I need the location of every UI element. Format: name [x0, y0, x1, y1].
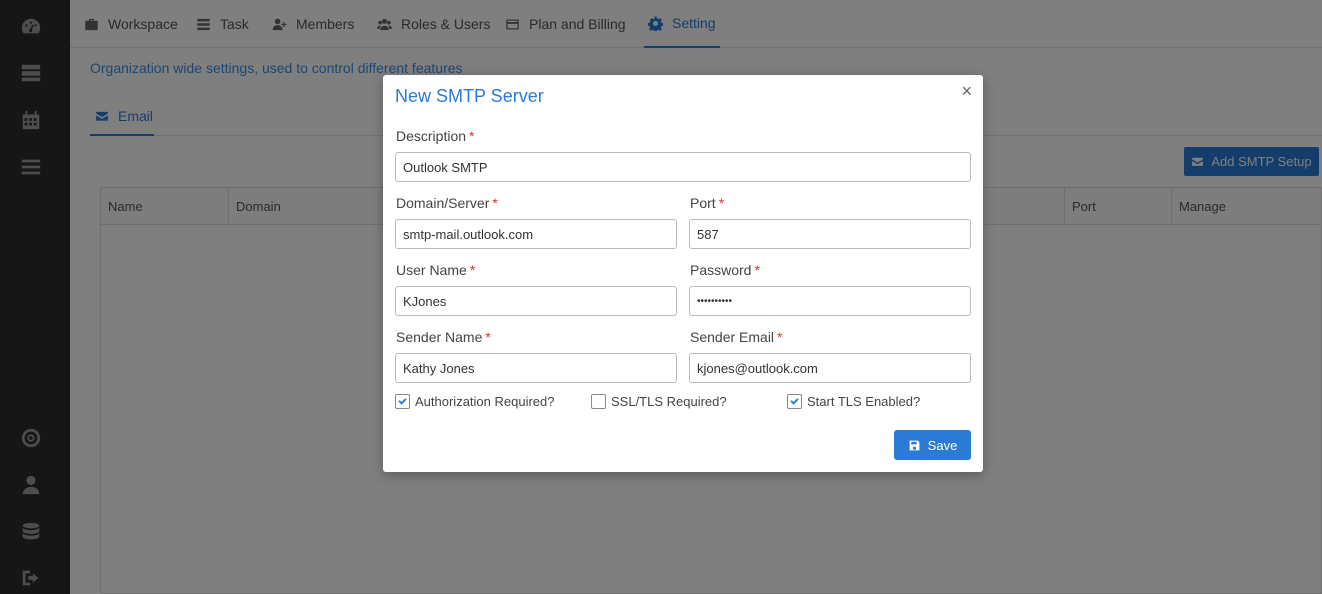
required-mark: * — [492, 195, 498, 211]
user-name-input[interactable] — [395, 286, 677, 316]
domain-server-label: Domain/Server * — [396, 195, 498, 211]
checkbox-label: SSL/TLS Required? — [611, 394, 727, 409]
required-mark: * — [469, 262, 476, 278]
sender-name-label: Sender Name * — [396, 329, 491, 345]
domain-server-input[interactable] — [395, 219, 677, 249]
field-label-text: Description — [396, 128, 467, 144]
required-mark: * — [485, 329, 491, 345]
new-smtp-server-dialog: New SMTP Server × Description* Domain/Se… — [383, 75, 983, 472]
required-mark: * — [754, 262, 760, 278]
port-label: Port * — [690, 195, 724, 211]
description-label: Description * — [396, 128, 474, 144]
sender-email-label: Sender Email * — [690, 329, 783, 345]
floppy-disk-icon — [909, 440, 920, 450]
password-input[interactable] — [689, 286, 971, 316]
checkbox-box[interactable] — [591, 394, 606, 409]
sender-name-input[interactable] — [395, 353, 677, 383]
start-tls-enabled-checkbox[interactable]: Start TLS Enabled? — [787, 394, 920, 409]
close-icon[interactable]: × — [961, 81, 972, 102]
checkbox-box[interactable] — [395, 394, 410, 409]
checkbox-box[interactable] — [787, 394, 802, 409]
checkbox-label: Start TLS Enabled? — [807, 394, 921, 409]
save-button[interactable]: Save — [894, 430, 971, 460]
ssl-tls-required-checkbox[interactable]: SSL/TLS Required? — [591, 394, 727, 409]
button-label: Save — [927, 437, 958, 453]
authorization-required-checkbox[interactable]: Authorization Required? — [395, 394, 554, 409]
checkbox-label: Authorization Required? — [415, 394, 555, 409]
user-name-label: User Name * — [396, 262, 475, 278]
required-mark: * — [777, 329, 783, 345]
required-mark: * — [718, 195, 725, 211]
checkmark-icon — [398, 398, 407, 405]
port-input[interactable] — [689, 219, 971, 249]
sender-email-input[interactable] — [689, 353, 971, 383]
password-label: Password * — [690, 262, 760, 278]
field-label-text: Password — [690, 262, 752, 278]
field-label-text: Sender Name — [396, 329, 483, 345]
dialog-title: New SMTP Server — [395, 86, 544, 106]
description-input[interactable] — [395, 152, 971, 182]
field-label-text: Port — [690, 195, 716, 211]
field-label-text: User Name — [396, 262, 467, 278]
field-label-text: Domain/Server — [396, 195, 490, 211]
required-mark: * — [469, 128, 475, 144]
checkmark-icon — [790, 398, 799, 405]
field-label-text: Sender Email — [690, 329, 775, 345]
